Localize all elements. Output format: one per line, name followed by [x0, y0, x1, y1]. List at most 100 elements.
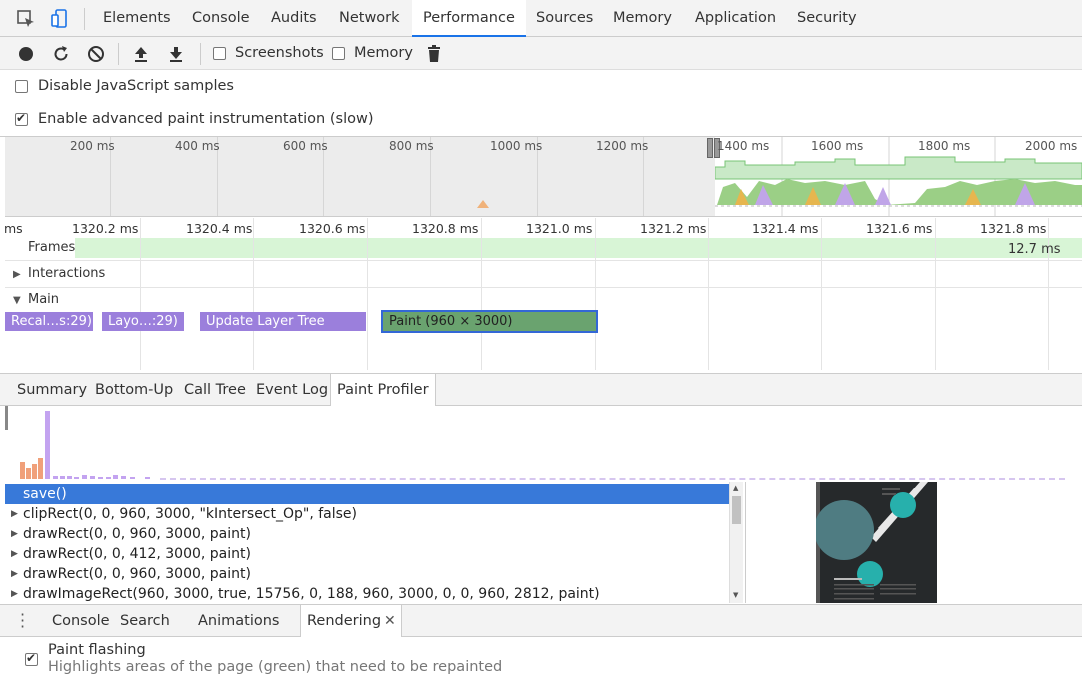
- track-divider: [5, 260, 1082, 261]
- drawer-tab-animations[interactable]: Animations: [192, 605, 285, 637]
- tab-event-log[interactable]: Event Log: [250, 374, 334, 406]
- overview-tick-label: 1000 ms: [490, 139, 543, 153]
- event-recalculate-style[interactable]: Recal…s:29): [5, 312, 93, 331]
- command-row[interactable]: ▶ drawRect(0, 0, 960, 3000, paint): [5, 524, 729, 544]
- drawer-tab-bar: · · · Console Search Animations Rendering …: [0, 604, 1082, 638]
- expand-arrow-icon[interactable]: ▶: [11, 564, 18, 584]
- paint-profiler-baseline: [160, 478, 1065, 480]
- screenshots-checkbox[interactable]: [213, 47, 226, 60]
- clear-icon[interactable]: [86, 44, 106, 64]
- scroll-up-arrow-icon[interactable]: ▲: [733, 484, 738, 492]
- ruler-tick-label: 1321.4 ms: [752, 221, 819, 236]
- expand-arrow-icon[interactable]: ▶: [11, 544, 18, 564]
- flamechart-gridline: [140, 218, 141, 370]
- command-text: drawImageRect(960, 3000, true, 15756, 0,…: [23, 586, 600, 602]
- tab-console[interactable]: Console: [181, 0, 261, 37]
- trash-icon[interactable]: [424, 44, 444, 64]
- overview-left-handle[interactable]: [707, 138, 713, 158]
- overview-tick-label: 800 ms: [389, 139, 434, 153]
- ruler-tick-label: 1320.4 ms: [186, 221, 253, 236]
- paint-command-list[interactable]: save() ▶ clipRect(0, 0, 960, 3000, "kInt…: [5, 482, 729, 603]
- tab-application[interactable]: Application: [684, 0, 787, 37]
- reload-icon[interactable]: [51, 44, 71, 64]
- event-update-layer-tree[interactable]: Update Layer Tree: [200, 312, 366, 331]
- drawer-tab-console[interactable]: Console: [46, 605, 116, 637]
- drawer-tab-search[interactable]: Search: [114, 605, 176, 637]
- disable-js-samples-label: Disable JavaScript samples: [38, 78, 234, 94]
- track-divider: [5, 287, 1082, 288]
- tab-elements[interactable]: Elements: [92, 0, 182, 37]
- drawer-tab-rendering[interactable]: Rendering ✕: [300, 605, 402, 638]
- download-icon[interactable]: [166, 44, 186, 64]
- command-text: drawRect(0, 0, 960, 3000, paint): [23, 566, 251, 582]
- paint-flashing-checkbox[interactable]: [25, 651, 38, 666]
- ruler-edge-label: ms: [4, 221, 23, 236]
- flamechart-gridline: [708, 218, 709, 370]
- performance-toolbar: Screenshots Memory: [0, 37, 1082, 70]
- close-icon[interactable]: ✕: [384, 605, 396, 637]
- tab-summary[interactable]: Summary: [11, 374, 93, 406]
- tab-network[interactable]: Network: [328, 0, 411, 37]
- tab-security[interactable]: Security: [786, 0, 868, 37]
- record-icon[interactable]: [16, 44, 36, 64]
- flamechart-gridline: [821, 218, 822, 370]
- interactions-track-label[interactable]: Interactions: [28, 266, 105, 281]
- timeline-overview[interactable]: 200 ms 400 ms 600 ms 800 ms 1000 ms 1200…: [5, 137, 1082, 217]
- overview-tick-label: 1600 ms: [811, 139, 864, 153]
- paint-flashing-description: Highlights areas of the page (green) tha…: [48, 659, 503, 675]
- disable-js-samples-checkbox[interactable]: [15, 80, 28, 93]
- overview-tick-label: 1800 ms: [918, 139, 971, 153]
- overview-marker: [477, 200, 489, 208]
- paint-profiler-bars: [5, 406, 150, 479]
- command-list-scrollbar[interactable]: ▲ ▼: [729, 482, 743, 603]
- command-row[interactable]: ▶ drawRect(0, 0, 412, 3000, paint): [5, 544, 729, 564]
- tab-separator: [84, 8, 85, 30]
- command-text: clipRect(0, 0, 960, 3000, "kIntersect_Op…: [23, 506, 358, 522]
- tab-memory[interactable]: Memory: [602, 0, 683, 37]
- ruler-tick-label: 1321.2 ms: [640, 221, 707, 236]
- advanced-paint-label: Enable advanced paint instrumentation (s…: [38, 111, 374, 127]
- command-row[interactable]: ▶ drawRect(0, 0, 960, 3000, paint): [5, 564, 729, 584]
- memory-label: Memory: [354, 45, 413, 61]
- paint-profiler-chart[interactable]: [0, 406, 1082, 481]
- frames-track[interactable]: [5, 238, 1082, 258]
- event-paint[interactable]: Paint (960 × 3000): [381, 310, 598, 333]
- advanced-paint-checkbox[interactable]: [15, 111, 28, 126]
- command-row[interactable]: save(): [5, 484, 729, 504]
- tab-performance[interactable]: Performance: [412, 0, 526, 37]
- flamechart-gridline: [253, 218, 254, 370]
- overview-tick-label: 1400 ms: [717, 139, 770, 153]
- expand-arrow-icon[interactable]: ▶: [11, 584, 18, 603]
- memory-checkbox[interactable]: [332, 47, 345, 60]
- event-layout[interactable]: Layo…:29): [102, 312, 184, 331]
- tab-sources[interactable]: Sources: [525, 0, 604, 37]
- overview-tick-label: 600 ms: [283, 139, 328, 153]
- upload-icon[interactable]: [131, 44, 151, 64]
- tab-bottom-up[interactable]: Bottom-Up: [89, 374, 179, 406]
- command-row[interactable]: ▶ clipRect(0, 0, 960, 3000, "kIntersect_…: [5, 504, 729, 524]
- tab-audits[interactable]: Audits: [260, 0, 328, 37]
- expand-arrow-icon[interactable]: ▶: [11, 504, 18, 524]
- scroll-down-arrow-icon[interactable]: ▼: [733, 591, 738, 599]
- command-text: drawRect(0, 0, 412, 3000, paint): [23, 546, 251, 562]
- flamechart-gridline: [1048, 218, 1049, 370]
- screenshots-label: Screenshots: [235, 45, 324, 61]
- overview-tick-label: 1200 ms: [596, 139, 649, 153]
- flamechart-gridline: [595, 218, 596, 370]
- drawer-tab-rendering-label: Rendering: [307, 613, 382, 629]
- scrollbar-thumb[interactable]: [732, 496, 741, 524]
- main-track-label[interactable]: Main: [28, 292, 59, 307]
- more-vertical-icon[interactable]: · · ·: [20, 607, 25, 635]
- expand-arrow-icon[interactable]: ▶: [11, 524, 18, 544]
- tab-call-tree[interactable]: Call Tree: [178, 374, 252, 406]
- timeline-ruler: ms 1320.2 ms 1320.4 ms 1320.6 ms 1320.8 …: [0, 218, 1082, 238]
- inspect-element-icon[interactable]: [16, 9, 36, 29]
- collapse-arrow-icon[interactable]: ▼: [13, 295, 21, 306]
- device-toolbar-icon[interactable]: [50, 9, 70, 29]
- command-row[interactable]: ▶ drawImageRect(960, 3000, true, 15756, …: [5, 584, 729, 603]
- expand-arrow-icon[interactable]: ▶: [13, 269, 21, 280]
- command-text: save(): [23, 486, 67, 502]
- frames-track-label: Frames: [28, 240, 76, 255]
- tab-paint-profiler[interactable]: Paint Profiler: [330, 374, 436, 407]
- command-text: drawRect(0, 0, 960, 3000, paint): [23, 526, 251, 542]
